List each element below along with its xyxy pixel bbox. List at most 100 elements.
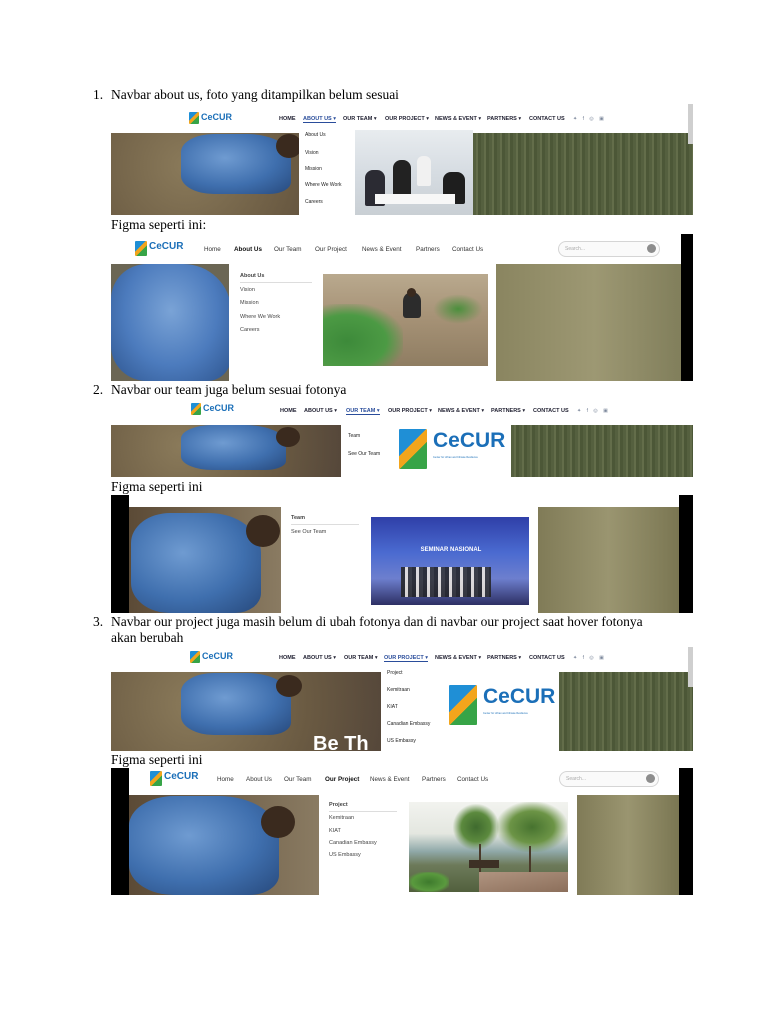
- search-icon[interactable]: [646, 774, 655, 783]
- nav-our-project[interactable]: OUR PROJECT ▾: [384, 655, 429, 662]
- nav-our-project[interactable]: OUR PROJECT ▾: [388, 408, 432, 414]
- team-dropdown-figma: Team See Our Team SEMINAR NASIONAL: [281, 507, 538, 613]
- dd-us-embassy[interactable]: US Embassy: [329, 852, 361, 858]
- dd-about-us[interactable]: About Us: [240, 273, 264, 279]
- nav-contact-us[interactable]: CONTACT US: [533, 408, 569, 414]
- nav-news-event[interactable]: NEWS & EVENT ▾: [435, 116, 481, 122]
- screenshot-figma-about: CeCUR Home About Us Our Team Our Project…: [111, 234, 693, 381]
- dd-team[interactable]: Team: [348, 433, 360, 439]
- nav-partners[interactable]: PARTNERS ▾: [487, 116, 521, 122]
- nav-our-team[interactable]: OUR TEAM ▾: [344, 655, 378, 661]
- dd-where-we-work[interactable]: Where We Work: [305, 182, 342, 188]
- item-3-number: 3.: [93, 614, 104, 629]
- dd-team[interactable]: Team: [291, 515, 305, 521]
- dd-kemitraan[interactable]: Kemitraan: [329, 815, 354, 821]
- nav-our-project[interactable]: Our Project: [315, 246, 347, 253]
- seminar-group-photo: SEMINAR NASIONAL: [371, 517, 529, 605]
- nav-about-us[interactable]: ABOUT US ▾: [303, 116, 337, 123]
- nav-news-event[interactable]: News & Event: [362, 246, 402, 253]
- dd-mission[interactable]: Mission: [305, 166, 322, 172]
- nav-home[interactable]: Home: [217, 776, 234, 783]
- nav-about-us[interactable]: About Us: [246, 776, 272, 783]
- office-meeting-photo: [355, 130, 473, 215]
- nav-contact-us[interactable]: Contact Us: [457, 776, 488, 783]
- nav-contact-us[interactable]: CONTACT US: [529, 116, 565, 122]
- nav-home[interactable]: HOME: [279, 655, 296, 661]
- dd-kiat[interactable]: KIAT: [329, 828, 341, 834]
- nav-contact-us[interactable]: Contact Us: [452, 246, 483, 253]
- project-dropdown-figma: Project Kemitraan KIAT Canadian Embassy …: [319, 795, 577, 895]
- screenshot-site-team: CeCUR HOME ABOUT US ▾ OUR TEAM ▾ OUR PRO…: [111, 399, 693, 477]
- screenshot-figma-team: Team See Our Team SEMINAR NASIONAL: [111, 495, 693, 613]
- seminar-banner-text: SEMINAR NASIONAL: [420, 547, 482, 553]
- nav-partners[interactable]: PARTNERS ▾: [491, 408, 525, 414]
- nav-our-team[interactable]: OUR TEAM ▾: [343, 116, 377, 122]
- dd-project[interactable]: Project: [387, 670, 403, 676]
- dd-careers[interactable]: Careers: [240, 327, 260, 333]
- nav-news-event[interactable]: NEWS & EVENT ▾: [435, 655, 481, 661]
- field-research-photo: [323, 274, 488, 366]
- scrollbar[interactable]: [688, 104, 693, 144]
- site-navbar: CeCUR HOME ABOUT US ▾ OUR TEAM ▾ OUR PRO…: [111, 104, 693, 133]
- cecur-large-logo: CeCUR Center for Urban and Climate Resil…: [449, 685, 559, 731]
- hero-person-image: [181, 134, 291, 194]
- social-icons[interactable]: ✦ f ◎ ▣: [573, 116, 606, 122]
- nav-about-us[interactable]: ABOUT US ▾: [303, 655, 336, 661]
- social-icons[interactable]: ✦ f ◎ ▣: [577, 408, 610, 414]
- nav-about-us[interactable]: ABOUT US ▾: [304, 408, 337, 414]
- social-icons[interactable]: ✦ f ◎ ▣: [573, 655, 606, 661]
- dd-canadian-embassy[interactable]: Canadian Embassy: [387, 721, 430, 727]
- figma-navbar: CeCUR Home About Us Our Team Our Project…: [129, 768, 679, 795]
- item-2-text: Navbar our team juga belum sesuai fotony…: [111, 382, 347, 397]
- dd-see-our-team[interactable]: See Our Team: [291, 529, 326, 535]
- cecur-logo: CeCUR: [191, 403, 251, 419]
- nav-news-event[interactable]: NEWS & EVENT ▾: [438, 408, 484, 414]
- dd-kemitraan[interactable]: Kemitraan: [387, 687, 410, 693]
- dd-vision[interactable]: Vision: [305, 150, 319, 156]
- site-navbar: CeCUR HOME ABOUT US ▾ OUR TEAM ▾ OUR PRO…: [111, 399, 693, 423]
- dd-mission[interactable]: Mission: [240, 300, 259, 306]
- screenshot-site-project: Be Th CeCUR HOME ABOUT US ▾ OUR TEAM ▾ O…: [111, 647, 693, 751]
- item-1-number: 1.: [93, 87, 104, 102]
- cecur-logo: CeCUR: [150, 771, 210, 789]
- nav-our-project[interactable]: OUR PROJECT ▾: [385, 116, 429, 122]
- nav-home[interactable]: HOME: [279, 116, 296, 122]
- nav-home[interactable]: HOME: [280, 408, 297, 414]
- nav-news-event[interactable]: News & Event: [370, 776, 410, 783]
- nav-partners[interactable]: Partners: [416, 246, 440, 253]
- dd-where-we-work[interactable]: Where We Work: [240, 314, 280, 320]
- dd-project[interactable]: Project: [329, 802, 348, 808]
- search-input[interactable]: Search...: [559, 771, 659, 787]
- dd-canadian-embassy[interactable]: Canadian Embassy: [329, 840, 377, 846]
- project-dropdown-site: Project Kemitraan KIAT Canadian Embassy …: [381, 667, 559, 751]
- nav-home[interactable]: Home: [204, 246, 221, 253]
- dd-careers[interactable]: Careers: [305, 199, 323, 205]
- nav-about-us[interactable]: About Us: [234, 246, 262, 253]
- nav-partners[interactable]: Partners: [422, 776, 446, 783]
- about-dropdown-figma: About Us Vision Mission Where We Work Ca…: [229, 264, 496, 381]
- item-1-figma-caption: Figma seperti ini:: [111, 217, 207, 232]
- dd-see-our-team[interactable]: See Our Team: [348, 451, 380, 457]
- search-icon[interactable]: [647, 244, 656, 253]
- dd-kiat[interactable]: KIAT: [387, 704, 398, 710]
- nav-partners[interactable]: PARTNERS ▾: [487, 655, 521, 661]
- item-3-text-line2: akan berubah: [111, 630, 184, 645]
- dd-vision[interactable]: Vision: [240, 287, 255, 293]
- cecur-logo: CeCUR: [190, 651, 250, 667]
- item-3-figma-caption: Figma seperti ini: [111, 752, 203, 767]
- search-input[interactable]: Search...: [558, 241, 660, 257]
- search-placeholder: Search...: [565, 246, 586, 252]
- hero-heading: Be Th: [313, 733, 369, 751]
- park-lake-photo: [409, 802, 568, 892]
- dd-about-us[interactable]: About Us: [305, 132, 326, 138]
- nav-contact-us[interactable]: CONTACT US: [529, 655, 565, 661]
- dd-us-embassy[interactable]: US Embassy: [387, 738, 416, 744]
- about-dropdown-site: About Us Vision Mission Where We Work Ca…: [299, 128, 355, 215]
- nav-our-team[interactable]: Our Team: [284, 776, 312, 783]
- nav-our-team[interactable]: Our Team: [274, 246, 302, 253]
- scrollbar[interactable]: [688, 647, 693, 687]
- nav-our-team[interactable]: OUR TEAM ▾: [346, 408, 380, 415]
- screenshot-site-about: CeCUR HOME ABOUT US ▾ OUR TEAM ▾ OUR PRO…: [111, 104, 693, 215]
- item-2-figma-caption: Figma seperti ini: [111, 479, 203, 494]
- nav-our-project[interactable]: Our Project: [325, 776, 359, 783]
